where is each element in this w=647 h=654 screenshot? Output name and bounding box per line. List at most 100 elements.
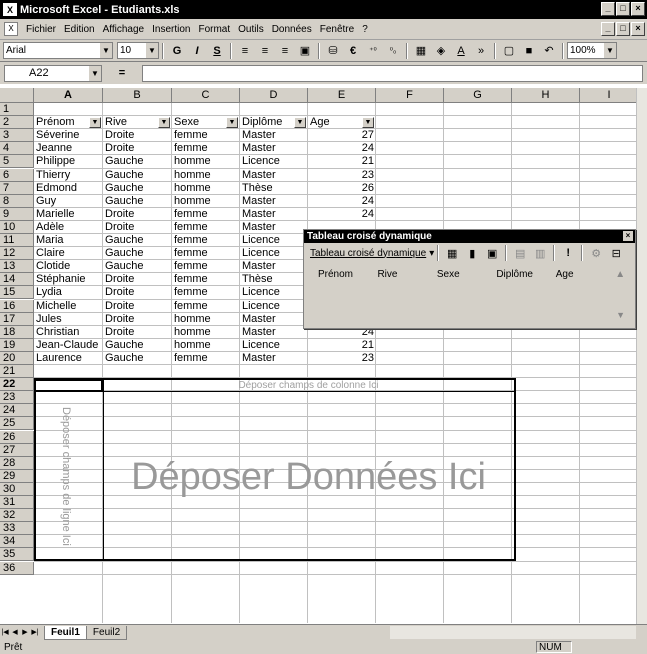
select-all-corner[interactable] bbox=[0, 88, 34, 103]
table-cell[interactable]: Droite bbox=[103, 300, 172, 313]
table-cell[interactable]: Stéphanie bbox=[34, 273, 103, 286]
autofilter-dropdown-icon[interactable]: ▼ bbox=[362, 117, 374, 129]
table-cell[interactable]: Master bbox=[240, 221, 308, 234]
show-detail-icon[interactable]: ▥ bbox=[531, 244, 549, 262]
zoom-select[interactable]: 100% ▼ bbox=[567, 42, 617, 59]
table-cell[interactable]: Laurence bbox=[34, 352, 103, 365]
row-header[interactable]: 32 bbox=[0, 509, 34, 523]
decrease-decimal-icon[interactable]: ⁰₀ bbox=[384, 42, 402, 60]
fill-color-icon[interactable]: ◈ bbox=[432, 42, 450, 60]
table-cell[interactable]: homme bbox=[172, 182, 240, 195]
menu-insertion[interactable]: Insertion bbox=[148, 24, 194, 35]
table-cell[interactable]: 24 bbox=[308, 208, 376, 221]
table-cell[interactable]: Droite bbox=[103, 286, 172, 299]
table-cell[interactable]: 21 bbox=[308, 155, 376, 168]
row-header[interactable]: 33 bbox=[0, 522, 34, 536]
close-button[interactable]: × bbox=[631, 2, 645, 16]
table-cell[interactable]: femme bbox=[172, 234, 240, 247]
table-cell[interactable]: femme bbox=[172, 352, 240, 365]
autofilter-dropdown-icon[interactable]: ▼ bbox=[226, 117, 238, 129]
pivot-field-rive[interactable]: Rive bbox=[377, 269, 436, 280]
table-cell[interactable]: Master bbox=[240, 142, 308, 155]
row-header[interactable]: 29 bbox=[0, 469, 34, 483]
borders-icon[interactable]: ▦ bbox=[412, 42, 430, 60]
align-center-icon[interactable]: ≡ bbox=[256, 42, 274, 60]
row-header[interactable]: 4 bbox=[0, 142, 34, 156]
column-header[interactable]: B bbox=[103, 88, 172, 103]
table-cell[interactable]: Maria bbox=[34, 234, 103, 247]
table-cell[interactable]: Master bbox=[240, 326, 308, 339]
table-cell[interactable]: Jean-Claude bbox=[34, 339, 103, 352]
table-cell[interactable]: Philippe bbox=[34, 155, 103, 168]
font-color-icon[interactable]: A bbox=[452, 42, 470, 60]
name-box[interactable]: A22 ▼ bbox=[4, 64, 102, 82]
table-cell[interactable]: Lydia bbox=[34, 286, 103, 299]
table-cell[interactable]: Gauche bbox=[103, 195, 172, 208]
row-header[interactable]: 10 bbox=[0, 220, 34, 234]
row-header[interactable]: 23 bbox=[0, 391, 34, 405]
restore-button[interactable]: □ bbox=[616, 2, 630, 16]
menu-outils[interactable]: Outils bbox=[234, 24, 268, 35]
undo-icon[interactable]: ↶ bbox=[540, 42, 558, 60]
table-cell[interactable]: Gauche bbox=[103, 182, 172, 195]
scroll-up-icon[interactable]: ▲ bbox=[615, 269, 635, 280]
table-cell[interactable]: 24 bbox=[308, 195, 376, 208]
pivot-chart-icon[interactable]: ▮ bbox=[463, 244, 481, 262]
font-select[interactable]: Arial ▼ bbox=[3, 42, 113, 59]
table-cell[interactable]: Clotide bbox=[34, 260, 103, 273]
table-cell[interactable]: homme bbox=[172, 313, 240, 326]
table-cell[interactable]: Gauche bbox=[103, 352, 172, 365]
pivot-data-drop-zone[interactable]: Déposer Données Ici bbox=[103, 393, 514, 561]
doc-minimize-button[interactable]: _ bbox=[601, 22, 615, 36]
pivot-field-diplome[interactable]: Diplôme bbox=[496, 269, 555, 280]
menu-help[interactable]: ? bbox=[358, 24, 372, 35]
hide-detail-icon[interactable]: ▤ bbox=[511, 244, 529, 262]
tab-feuil1[interactable]: Feuil1 bbox=[44, 626, 87, 640]
tab-feuil2[interactable]: Feuil2 bbox=[85, 626, 128, 640]
table-cell[interactable]: Thierry bbox=[34, 169, 103, 182]
header-cell[interactable]: Age bbox=[308, 116, 362, 129]
row-header[interactable]: 17 bbox=[0, 312, 34, 326]
table-cell[interactable]: Droite bbox=[103, 208, 172, 221]
table-cell[interactable]: Thèse bbox=[240, 182, 308, 195]
row-header[interactable]: 31 bbox=[0, 496, 34, 510]
underline-button[interactable]: S bbox=[208, 42, 226, 60]
column-header[interactable]: D bbox=[240, 88, 308, 103]
row-header[interactable]: 2 bbox=[0, 116, 34, 130]
row-header[interactable]: 11 bbox=[0, 234, 34, 248]
pivot-field-age[interactable]: Age bbox=[556, 269, 615, 280]
row-header[interactable]: 12 bbox=[0, 247, 34, 261]
pivot-row-drop-zone[interactable]: Déposer champs de ligne Ici bbox=[60, 403, 72, 549]
row-header[interactable]: 27 bbox=[0, 443, 34, 457]
row-header[interactable]: 9 bbox=[0, 207, 34, 221]
table-cell[interactable]: Master bbox=[240, 313, 308, 326]
formula-input[interactable] bbox=[142, 64, 643, 82]
italic-button[interactable]: I bbox=[188, 42, 206, 60]
table-cell[interactable]: femme bbox=[172, 300, 240, 313]
close-icon[interactable]: × bbox=[623, 231, 633, 241]
row-header[interactable]: 1 bbox=[0, 103, 34, 117]
new-file-icon[interactable]: ▢ bbox=[500, 42, 518, 60]
merge-center-icon[interactable]: ▣ bbox=[296, 42, 314, 60]
table-cell[interactable]: femme bbox=[172, 129, 240, 142]
table-cell[interactable]: femme bbox=[172, 247, 240, 260]
menu-fichier[interactable]: Fichier bbox=[22, 24, 60, 35]
currency-button[interactable]: € bbox=[344, 42, 362, 60]
table-cell[interactable]: Licence bbox=[240, 155, 308, 168]
more-options-icon[interactable]: » bbox=[472, 42, 490, 60]
pivot-table-toolbar[interactable]: Tableau croisé dynamique × Tableau crois… bbox=[303, 229, 636, 329]
column-header[interactable]: F bbox=[376, 88, 444, 103]
table-cell[interactable]: Thèse bbox=[240, 273, 308, 286]
chevron-down-icon[interactable]: ▼ bbox=[604, 43, 616, 58]
refresh-data-icon[interactable]: ! bbox=[559, 244, 577, 262]
table-cell[interactable]: homme bbox=[172, 195, 240, 208]
table-cell[interactable]: Edmond bbox=[34, 182, 103, 195]
header-cell[interactable]: Diplôme bbox=[240, 116, 294, 129]
table-cell[interactable]: 27 bbox=[308, 129, 376, 142]
pivot-wizard-icon[interactable]: ▣ bbox=[483, 244, 501, 262]
row-header[interactable]: 36 bbox=[0, 561, 34, 575]
table-cell[interactable]: homme bbox=[172, 155, 240, 168]
euro-style-icon[interactable]: ⛁ bbox=[324, 42, 342, 60]
table-cell[interactable]: Droite bbox=[103, 142, 172, 155]
column-header[interactable]: G bbox=[444, 88, 512, 103]
